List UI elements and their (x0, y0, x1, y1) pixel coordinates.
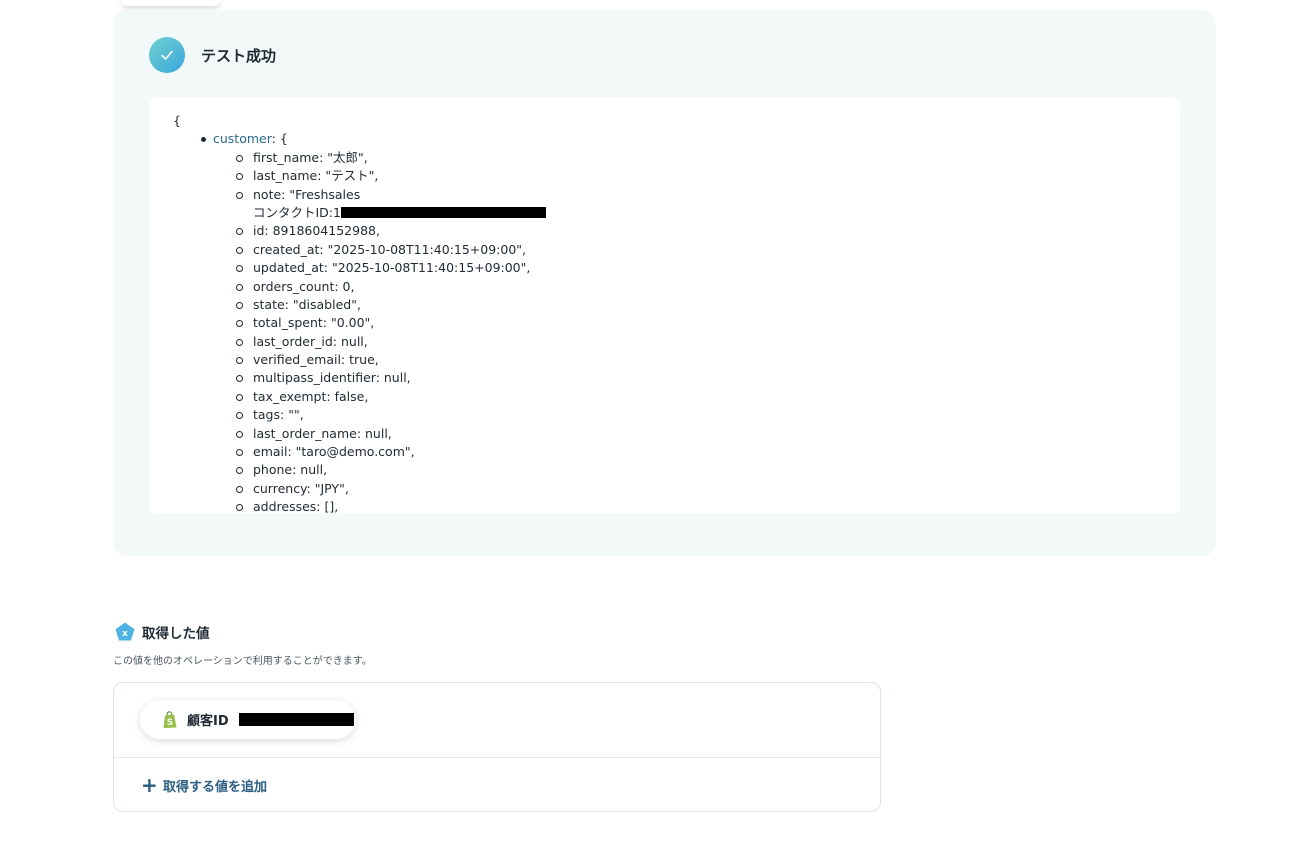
json-field: multipass_identifier: null, (173, 369, 1156, 387)
json-field: tags: "", (173, 406, 1156, 424)
json-field: currency: "JPY", (173, 480, 1156, 498)
json-output[interactable]: { customer: { first_name: "太郎", last_nam… (149, 97, 1180, 513)
json-field-continuation: コンタクトID:1 (173, 204, 1156, 222)
previous-card-shadow (122, 0, 220, 6)
json-field: created_at: "2025-10-08T11:40:15+09:00", (173, 241, 1156, 259)
test-result-title: テスト成功 (201, 46, 277, 65)
json-field: tax_exempt: false, (173, 388, 1156, 406)
json-field: last_name: "テスト", (173, 167, 1156, 185)
json-field: addresses: [], (173, 498, 1156, 513)
add-value-label: 取得する値を追加 (163, 779, 268, 795)
plus-icon: + (141, 773, 158, 797)
add-value-button[interactable]: + 取得する値を追加 (141, 775, 267, 795)
json-field: last_order_name: null, (173, 425, 1156, 443)
svg-text:S: S (167, 718, 173, 728)
json-customer-open: : { (271, 131, 288, 147)
value-chip-label: 顧客ID (187, 714, 229, 729)
redaction-bar (238, 713, 354, 726)
acquired-values-description: この値を他のオペレーションで利用することができます。 (113, 656, 372, 667)
variable-icon: x (115, 622, 135, 641)
json-customer-line[interactable]: customer: { (173, 130, 1156, 148)
json-field: id: 8918604152988, (173, 222, 1156, 240)
json-field: updated_at: "2025-10-08T11:40:15+09:00", (173, 259, 1156, 277)
json-field: note: "Freshsales (173, 186, 1156, 204)
card-divider (114, 757, 880, 758)
json-field: email: "taro@demo.com", (173, 443, 1156, 461)
json-field: orders_count: 0, (173, 278, 1156, 296)
acquired-values-card: S 顧客ID + 取得する値を追加 (113, 682, 881, 812)
json-open-brace: { (173, 113, 181, 128)
json-field: state: "disabled", (173, 296, 1156, 314)
redaction-bar (340, 206, 546, 218)
acquired-values-heading: x 取得した値 (114, 621, 210, 643)
json-field: verified_email: true, (173, 351, 1156, 369)
acquired-values-title: 取得した値 (142, 626, 210, 642)
json-customer-key[interactable]: customer (213, 131, 272, 146)
json-field: phone: null, (173, 461, 1156, 479)
check-icon (149, 37, 185, 73)
json-field: first_name: "太郎", (173, 149, 1156, 167)
test-result-panel: テスト成功 { customer: { first_name: "太郎", la… (113, 10, 1216, 556)
shopify-icon: S (163, 710, 177, 728)
json-field-note-contact: コンタクトID:1 (253, 204, 341, 220)
json-field: total_spent: "0.00", (173, 314, 1156, 332)
value-chip-customer-id[interactable]: S 顧客ID (140, 700, 356, 739)
json-field: last_order_id: null, (173, 333, 1156, 351)
svg-text:x: x (122, 629, 128, 639)
test-result-header: テスト成功 (149, 37, 276, 73)
